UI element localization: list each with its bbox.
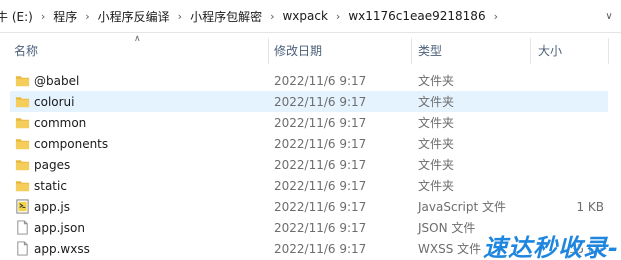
file-type: 文件夹 bbox=[418, 158, 455, 172]
folder-icon bbox=[15, 181, 30, 192]
column-header-date[interactable]: 修改日期 bbox=[274, 33, 410, 68]
file-date: 2022/11/6 9:17 bbox=[274, 157, 367, 172]
file-row-components[interactable]: components 2022/11/6 9:17 文件夹 bbox=[0, 133, 621, 154]
column-divider[interactable] bbox=[411, 38, 412, 64]
breadcrumb-wxpack[interactable]: wxpack bbox=[280, 9, 329, 23]
file-row-static[interactable]: static 2022/11/6 9:17 文件夹 bbox=[0, 175, 621, 196]
chevron-right-icon[interactable]: › bbox=[172, 10, 188, 23]
chevron-right-icon[interactable]: › bbox=[488, 10, 504, 23]
file-row-babel[interactable]: @babel 2022/11/6 9:17 文件夹 bbox=[0, 70, 621, 91]
wxss-file-icon bbox=[17, 241, 28, 256]
file-row-colorui[interactable]: colorui 2022/11/6 9:17 文件夹 bbox=[0, 91, 621, 112]
folder-icon bbox=[15, 139, 30, 150]
folder-icon bbox=[15, 76, 30, 87]
file-date: 2022/11/6 9:17 bbox=[274, 136, 367, 151]
file-name: colorui bbox=[34, 94, 75, 109]
column-header-name[interactable]: 名称 bbox=[14, 33, 268, 68]
file-date: 2022/11/6 9:17 bbox=[274, 241, 367, 256]
file-date: 2022/11/6 9:17 bbox=[274, 220, 367, 235]
chevron-right-icon[interactable]: › bbox=[35, 10, 51, 23]
file-type: 文件夹 bbox=[418, 95, 455, 109]
breadcrumb-programs[interactable]: 程序 bbox=[51, 8, 79, 25]
breadcrumb-decompile[interactable]: 小程序反编译 bbox=[96, 8, 172, 25]
json-file-icon bbox=[17, 220, 28, 235]
file-name: app.json bbox=[34, 220, 85, 235]
file-size: 1 KB bbox=[576, 199, 604, 214]
file-name: components bbox=[34, 136, 109, 151]
column-header-size[interactable]: 大小 bbox=[538, 33, 608, 68]
file-date: 2022/11/6 9:17 bbox=[274, 178, 367, 193]
folder-icon bbox=[15, 160, 30, 171]
address-bar[interactable]: 牛 (E:) › 程序 › 小程序反编译 › 小程序包解密 › wxpack ›… bbox=[0, 0, 621, 33]
column-header-type[interactable]: 类型 bbox=[418, 33, 528, 68]
file-type: JSON 文件 bbox=[418, 221, 476, 235]
chevron-right-icon[interactable]: › bbox=[330, 10, 346, 23]
file-type: 文件夹 bbox=[418, 116, 455, 130]
file-name: app.wxss bbox=[34, 241, 90, 256]
chevron-down-icon[interactable]: ∨ bbox=[601, 0, 617, 32]
file-type: JavaScript 文件 bbox=[418, 200, 506, 214]
breadcrumb-current-folder[interactable]: wx1176c1eae9218186 bbox=[346, 9, 487, 23]
file-date: 2022/11/6 9:17 bbox=[274, 73, 367, 88]
column-divider[interactable] bbox=[530, 38, 531, 64]
column-divider[interactable] bbox=[268, 38, 269, 64]
file-date: 2022/11/6 9:17 bbox=[274, 94, 367, 109]
breadcrumb-decrypt[interactable]: 小程序包解密 bbox=[188, 8, 264, 25]
file-row-common[interactable]: common 2022/11/6 9:17 文件夹 bbox=[0, 112, 621, 133]
file-type: 文件夹 bbox=[418, 179, 455, 193]
breadcrumb-drive[interactable]: 牛 (E:) bbox=[0, 8, 35, 25]
file-row-app-js[interactable]: app.js 2022/11/6 9:17 JavaScript 文件 1 KB bbox=[0, 196, 621, 217]
chevron-right-icon[interactable]: › bbox=[264, 10, 280, 23]
watermark-text: 速达秒收录- bbox=[483, 233, 619, 260]
file-date: 2022/11/6 9:17 bbox=[274, 199, 367, 214]
column-header: ∧ 名称 修改日期 类型 大小 bbox=[0, 33, 621, 68]
file-date: 2022/11/6 9:17 bbox=[274, 115, 367, 130]
file-name: common bbox=[34, 115, 87, 130]
file-row-pages[interactable]: pages 2022/11/6 9:17 文件夹 bbox=[0, 154, 621, 175]
chevron-right-icon[interactable]: › bbox=[79, 10, 95, 23]
folder-icon bbox=[15, 97, 30, 108]
file-name: static bbox=[34, 178, 67, 193]
file-type: 文件夹 bbox=[418, 74, 455, 88]
js-file-icon bbox=[16, 199, 29, 214]
folder-icon bbox=[15, 118, 30, 129]
file-type: WXSS 文件 bbox=[418, 242, 482, 256]
file-name: app.js bbox=[34, 199, 70, 214]
file-name: @babel bbox=[34, 73, 80, 88]
file-name: pages bbox=[34, 157, 71, 172]
column-divider[interactable] bbox=[608, 38, 609, 64]
file-type: 文件夹 bbox=[418, 137, 455, 151]
